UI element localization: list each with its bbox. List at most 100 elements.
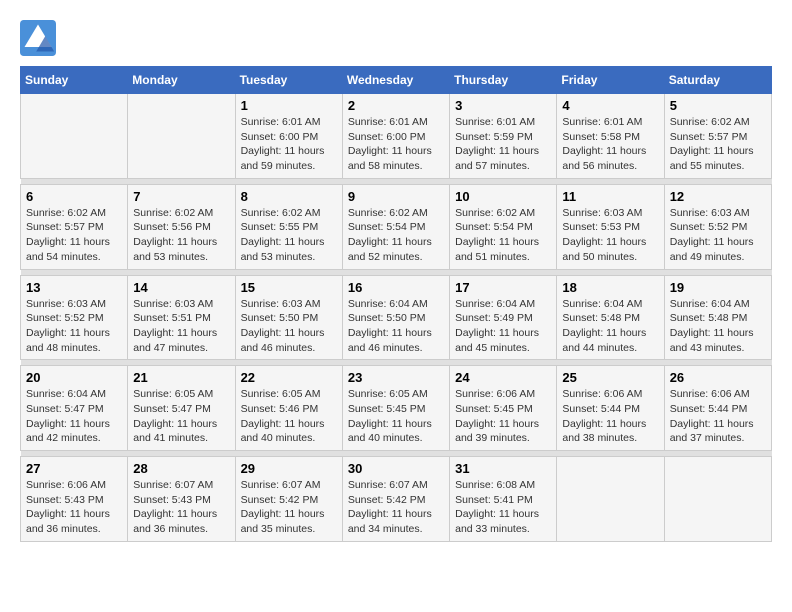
calendar-cell: 19 Sunrise: 6:04 AM Sunset: 5:48 PM Dayli… <box>664 275 771 360</box>
calendar-week-row: 27Sunrise: 6:06 AM Sunset: 5:43 PM Dayli… <box>21 457 772 542</box>
day-info: Sunrise: 6:06 AM Sunset: 5:45 PM Dayligh… <box>455 387 551 446</box>
calendar-cell: 25Sunrise: 6:06 AM Sunset: 5:44 PM Dayli… <box>557 366 664 451</box>
calendar-week-row: 6 Sunrise: 6:02 AM Sunset: 5:57 PM Daylig… <box>21 184 772 269</box>
calendar-cell: 13 Sunrise: 6:03 AM Sunset: 5:52 PM Dayli… <box>21 275 128 360</box>
day-number: 12 <box>670 189 766 204</box>
day-info: Sunrise: 6:02 AM Sunset: 5:56 PM Dayligh… <box>133 206 229 265</box>
day-number: 31 <box>455 461 551 476</box>
day-number: 15 <box>241 280 337 295</box>
day-number: 26 <box>670 370 766 385</box>
calendar-header-row: SundayMondayTuesdayWednesdayThursdayFrid… <box>21 67 772 94</box>
weekday-header: Saturday <box>664 67 771 94</box>
day-info: Sunrise: 6:04 AM Sunset: 5:48 PM Dayligh… <box>562 297 658 356</box>
calendar-cell: 10 Sunrise: 6:02 AM Sunset: 5:54 PM Dayli… <box>450 184 557 269</box>
calendar-week-row: 13 Sunrise: 6:03 AM Sunset: 5:52 PM Dayli… <box>21 275 772 360</box>
calendar-cell: 28 Sunrise: 6:07 AM Sunset: 5:43 PM Dayli… <box>128 457 235 542</box>
calendar-cell: 15 Sunrise: 6:03 AM Sunset: 5:50 PM Dayli… <box>235 275 342 360</box>
day-info: Sunrise: 6:01 AM Sunset: 6:00 PM Dayligh… <box>348 115 444 174</box>
day-info: Sunrise: 6:03 AM Sunset: 5:52 PM Dayligh… <box>670 206 766 265</box>
calendar-cell: 30 Sunrise: 6:07 AM Sunset: 5:42 PM Dayli… <box>342 457 449 542</box>
day-info: Sunrise: 6:01 AM Sunset: 6:00 PM Dayligh… <box>241 115 337 174</box>
day-number: 23 <box>348 370 444 385</box>
day-number: 7 <box>133 189 229 204</box>
day-info: Sunrise: 6:05 AM Sunset: 5:46 PM Dayligh… <box>241 387 337 446</box>
day-info: Sunrise: 6:02 AM Sunset: 5:55 PM Dayligh… <box>241 206 337 265</box>
day-number: 5 <box>670 98 766 113</box>
day-number: 18 <box>562 280 658 295</box>
calendar-cell: 12 Sunrise: 6:03 AM Sunset: 5:52 PM Dayli… <box>664 184 771 269</box>
calendar-cell: 26 Sunrise: 6:06 AM Sunset: 5:44 PM Dayli… <box>664 366 771 451</box>
day-info: Sunrise: 6:02 AM Sunset: 5:57 PM Dayligh… <box>670 115 766 174</box>
day-info: Sunrise: 6:06 AM Sunset: 5:44 PM Dayligh… <box>670 387 766 446</box>
calendar-cell: 6 Sunrise: 6:02 AM Sunset: 5:57 PM Daylig… <box>21 184 128 269</box>
day-info: Sunrise: 6:04 AM Sunset: 5:49 PM Dayligh… <box>455 297 551 356</box>
calendar-cell <box>664 457 771 542</box>
day-number: 3 <box>455 98 551 113</box>
calendar-cell: 22 Sunrise: 6:05 AM Sunset: 5:46 PM Dayli… <box>235 366 342 451</box>
calendar-cell: 2 Sunrise: 6:01 AM Sunset: 6:00 PM Daylig… <box>342 94 449 179</box>
day-info: Sunrise: 6:01 AM Sunset: 5:59 PM Dayligh… <box>455 115 551 174</box>
day-number: 2 <box>348 98 444 113</box>
day-info: Sunrise: 6:08 AM Sunset: 5:41 PM Dayligh… <box>455 478 551 537</box>
calendar-cell: 9Sunrise: 6:02 AM Sunset: 5:54 PM Daylig… <box>342 184 449 269</box>
calendar-cell: 1 Sunrise: 6:01 AM Sunset: 6:00 PM Daylig… <box>235 94 342 179</box>
day-info: Sunrise: 6:04 AM Sunset: 5:48 PM Dayligh… <box>670 297 766 356</box>
day-number: 13 <box>26 280 122 295</box>
calendar-cell: 3 Sunrise: 6:01 AM Sunset: 5:59 PM Daylig… <box>450 94 557 179</box>
day-info: Sunrise: 6:07 AM Sunset: 5:42 PM Dayligh… <box>348 478 444 537</box>
day-number: 11 <box>562 189 658 204</box>
day-info: Sunrise: 6:07 AM Sunset: 5:42 PM Dayligh… <box>241 478 337 537</box>
calendar-cell: 16 Sunrise: 6:04 AM Sunset: 5:50 PM Dayli… <box>342 275 449 360</box>
calendar-table: SundayMondayTuesdayWednesdayThursdayFrid… <box>20 66 772 542</box>
day-number: 16 <box>348 280 444 295</box>
day-info: Sunrise: 6:05 AM Sunset: 5:45 PM Dayligh… <box>348 387 444 446</box>
day-number: 21 <box>133 370 229 385</box>
calendar-cell: 31 Sunrise: 6:08 AM Sunset: 5:41 PM Dayli… <box>450 457 557 542</box>
day-number: 1 <box>241 98 337 113</box>
day-info: Sunrise: 6:01 AM Sunset: 5:58 PM Dayligh… <box>562 115 658 174</box>
day-info: Sunrise: 6:02 AM Sunset: 5:54 PM Dayligh… <box>348 206 444 265</box>
day-number: 20 <box>26 370 122 385</box>
calendar-cell: 21Sunrise: 6:05 AM Sunset: 5:47 PM Dayli… <box>128 366 235 451</box>
calendar-week-row: 1 Sunrise: 6:01 AM Sunset: 6:00 PM Daylig… <box>21 94 772 179</box>
weekday-header: Wednesday <box>342 67 449 94</box>
calendar-cell <box>128 94 235 179</box>
day-number: 24 <box>455 370 551 385</box>
day-info: Sunrise: 6:06 AM Sunset: 5:44 PM Dayligh… <box>562 387 658 446</box>
calendar-cell: 14 Sunrise: 6:03 AM Sunset: 5:51 PM Dayli… <box>128 275 235 360</box>
day-number: 6 <box>26 189 122 204</box>
calendar-cell: 7 Sunrise: 6:02 AM Sunset: 5:56 PM Daylig… <box>128 184 235 269</box>
day-info: Sunrise: 6:03 AM Sunset: 5:52 PM Dayligh… <box>26 297 122 356</box>
day-info: Sunrise: 6:04 AM Sunset: 5:50 PM Dayligh… <box>348 297 444 356</box>
calendar-cell: 17Sunrise: 6:04 AM Sunset: 5:49 PM Dayli… <box>450 275 557 360</box>
calendar-cell: 24 Sunrise: 6:06 AM Sunset: 5:45 PM Dayli… <box>450 366 557 451</box>
calendar-cell: 27Sunrise: 6:06 AM Sunset: 5:43 PM Dayli… <box>21 457 128 542</box>
calendar-cell: 29Sunrise: 6:07 AM Sunset: 5:42 PM Dayli… <box>235 457 342 542</box>
day-number: 14 <box>133 280 229 295</box>
logo <box>20 20 60 56</box>
calendar-cell: 8 Sunrise: 6:02 AM Sunset: 5:55 PM Daylig… <box>235 184 342 269</box>
day-number: 22 <box>241 370 337 385</box>
day-info: Sunrise: 6:03 AM Sunset: 5:51 PM Dayligh… <box>133 297 229 356</box>
day-info: Sunrise: 6:02 AM Sunset: 5:57 PM Dayligh… <box>26 206 122 265</box>
weekday-header: Thursday <box>450 67 557 94</box>
weekday-header: Monday <box>128 67 235 94</box>
calendar-cell: 11 Sunrise: 6:03 AM Sunset: 5:53 PM Dayli… <box>557 184 664 269</box>
calendar-cell: 20Sunrise: 6:04 AM Sunset: 5:47 PM Dayli… <box>21 366 128 451</box>
day-info: Sunrise: 6:03 AM Sunset: 5:50 PM Dayligh… <box>241 297 337 356</box>
day-number: 28 <box>133 461 229 476</box>
calendar-cell: 5 Sunrise: 6:02 AM Sunset: 5:57 PM Daylig… <box>664 94 771 179</box>
day-info: Sunrise: 6:07 AM Sunset: 5:43 PM Dayligh… <box>133 478 229 537</box>
day-number: 19 <box>670 280 766 295</box>
weekday-header: Tuesday <box>235 67 342 94</box>
day-info: Sunrise: 6:03 AM Sunset: 5:53 PM Dayligh… <box>562 206 658 265</box>
day-number: 27 <box>26 461 122 476</box>
calendar-week-row: 20Sunrise: 6:04 AM Sunset: 5:47 PM Dayli… <box>21 366 772 451</box>
day-number: 8 <box>241 189 337 204</box>
day-number: 30 <box>348 461 444 476</box>
calendar-cell <box>21 94 128 179</box>
day-info: Sunrise: 6:02 AM Sunset: 5:54 PM Dayligh… <box>455 206 551 265</box>
calendar-cell: 23 Sunrise: 6:05 AM Sunset: 5:45 PM Dayli… <box>342 366 449 451</box>
page-header <box>20 20 772 56</box>
day-number: 10 <box>455 189 551 204</box>
